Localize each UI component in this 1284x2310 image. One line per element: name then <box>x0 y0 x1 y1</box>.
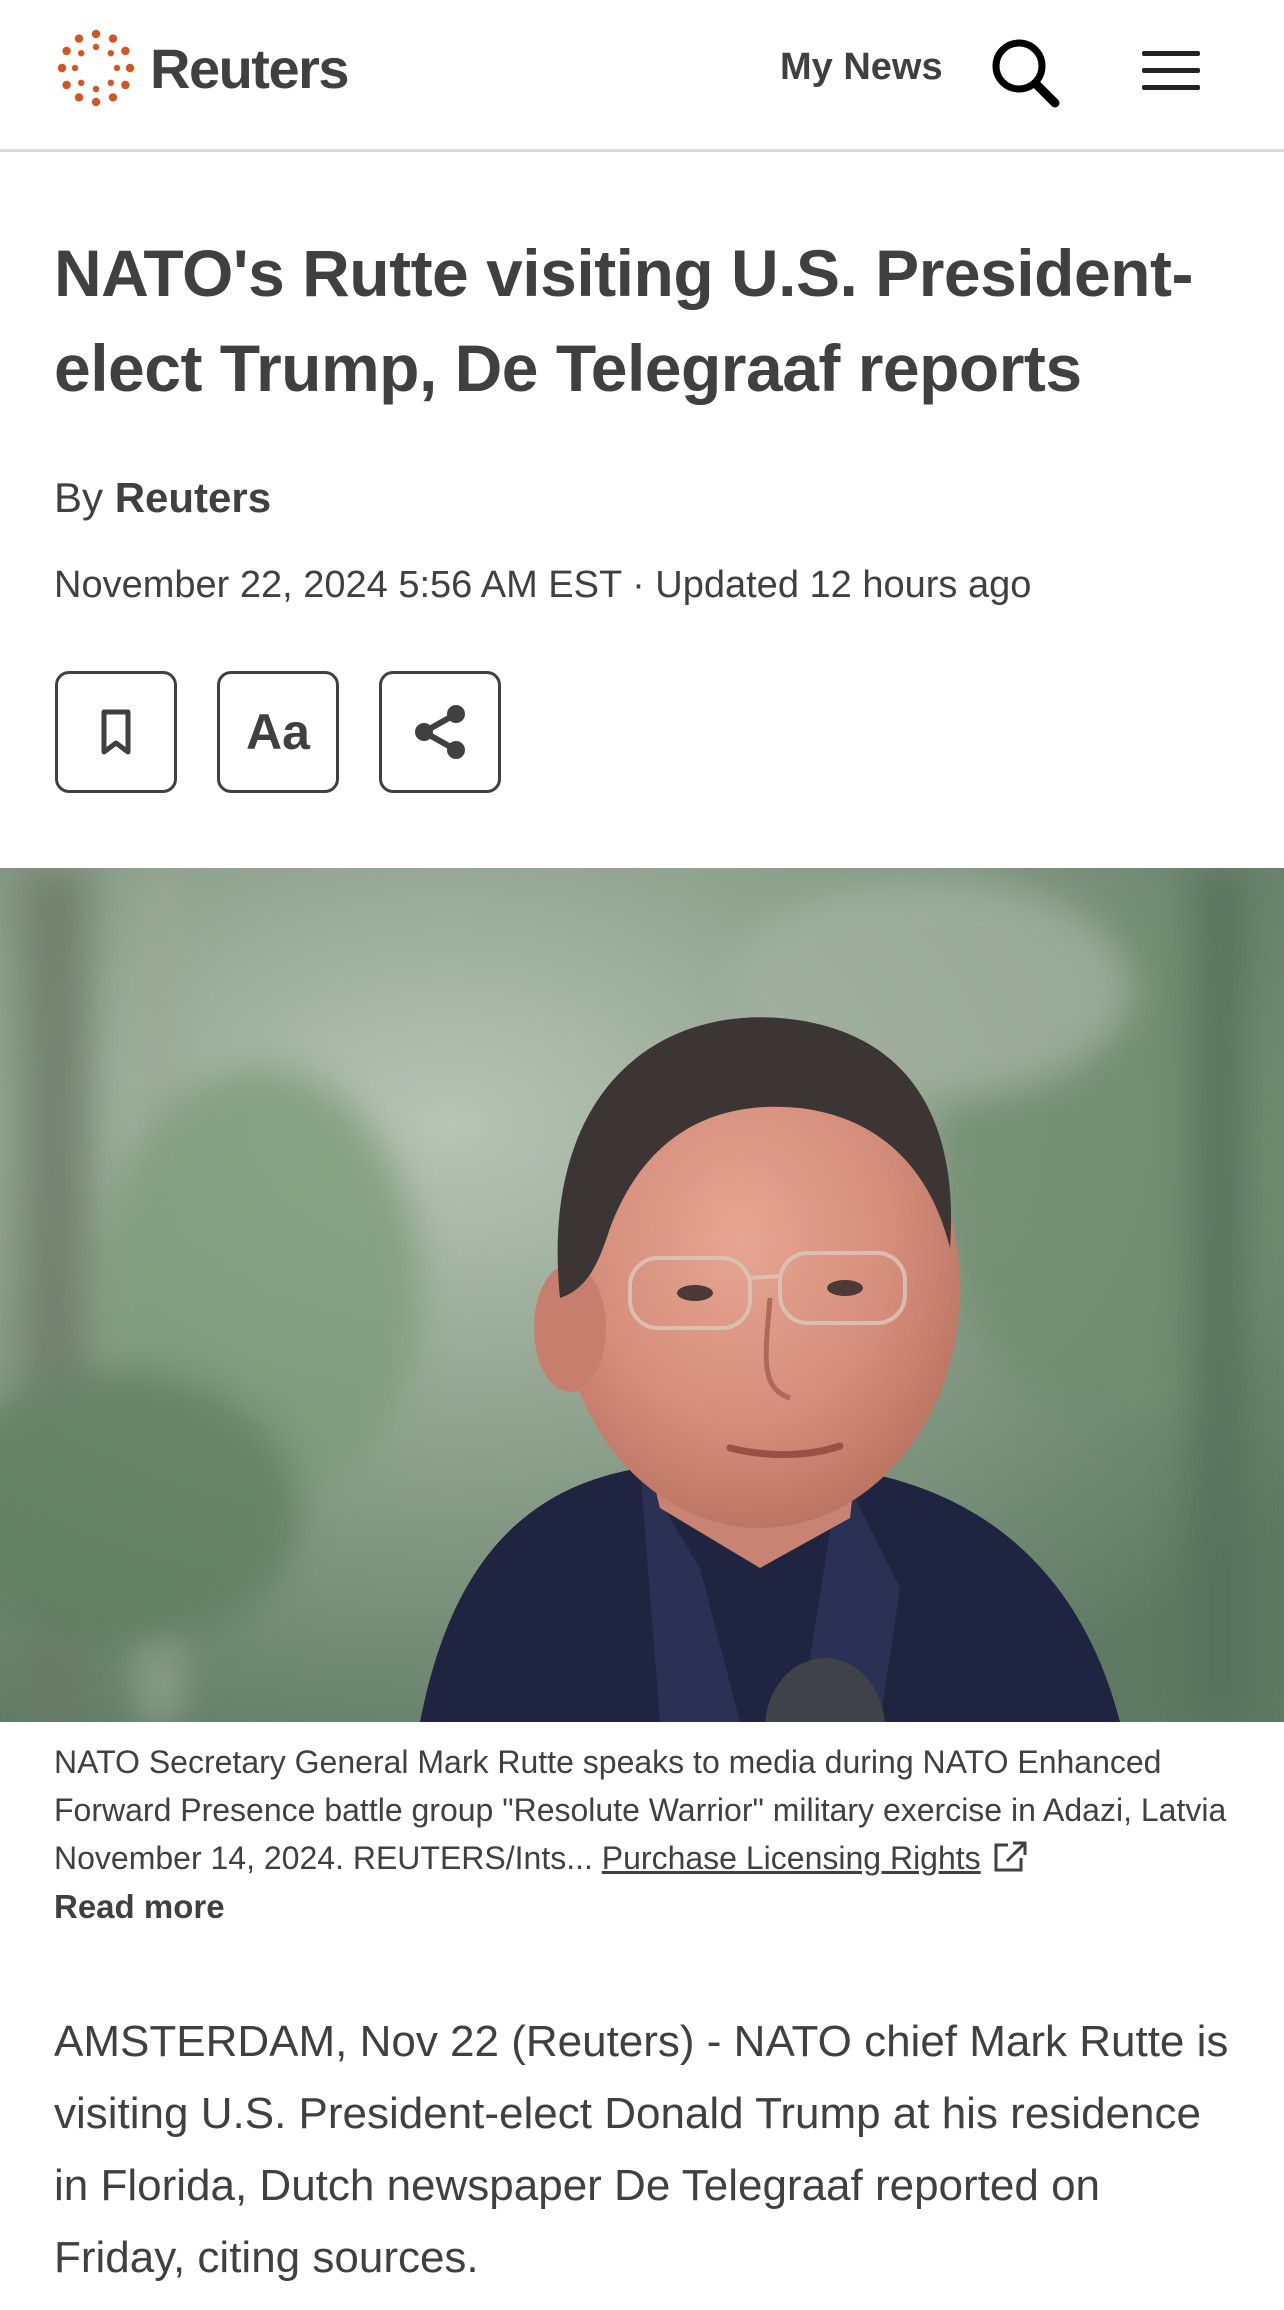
share-icon <box>415 705 465 759</box>
article-photo[interactable] <box>0 868 1284 1722</box>
byline: By Reuters <box>54 474 271 522</box>
hamburger-menu-icon <box>1142 51 1200 90</box>
text-size-button[interactable]: Aa <box>217 671 339 793</box>
article-paragraph: AMSTERDAM, Nov 22 (Reuters) - NATO chief… <box>54 2017 1229 2282</box>
article-dateline: November 22, 2024 5:56 AM EST · Updated … <box>54 564 1032 606</box>
read-more-link[interactable]: Read more <box>54 1888 225 1926</box>
external-link-icon[interactable] <box>991 1839 1029 1875</box>
my-news-link[interactable]: My News <box>780 46 943 89</box>
site-header: Reuters My News <box>0 0 1284 152</box>
bookmark-icon <box>101 709 131 755</box>
byline-author-link[interactable]: Reuters <box>115 474 271 521</box>
purchase-licensing-link[interactable]: Purchase Licensing Rights <box>602 1840 981 1876</box>
bookmark-button[interactable] <box>55 671 177 793</box>
search-icon <box>992 39 1060 108</box>
share-button[interactable] <box>379 671 501 793</box>
byline-prefix: By <box>54 474 104 521</box>
article-headline: NATO's Rutte visiting U.S. President-ele… <box>54 236 1193 405</box>
brand-name: Reuters <box>150 36 350 100</box>
text-size-label: Aa <box>246 704 310 760</box>
photo-caption: NATO Secretary General Mark Rutte speaks… <box>54 1738 1234 1882</box>
search-button[interactable] <box>986 34 1066 114</box>
menu-button[interactable] <box>1134 38 1206 102</box>
reuters-dot-ring-icon <box>57 29 135 107</box>
portrait-photo-illustration <box>0 868 1284 1722</box>
reuters-logo[interactable]: Reuters <box>54 26 350 110</box>
